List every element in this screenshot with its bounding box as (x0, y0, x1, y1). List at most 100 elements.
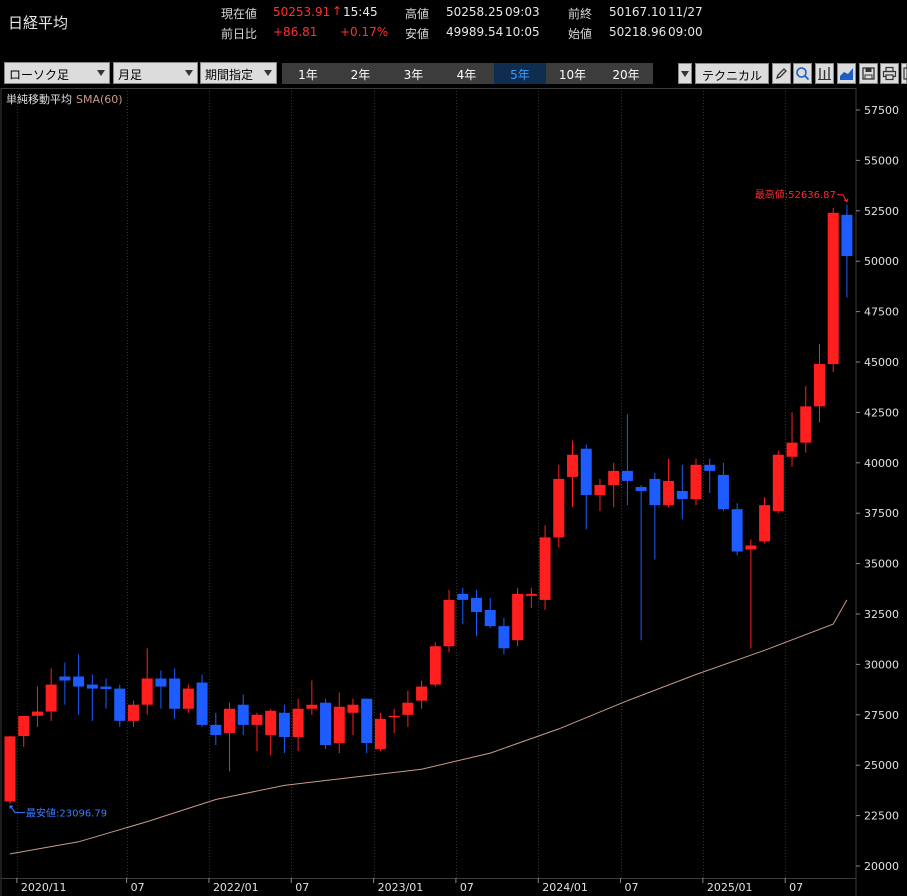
candle-body (512, 593, 524, 641)
change-value: +86.81 (273, 25, 318, 39)
max-label: 最高値:52636.87 (755, 188, 836, 201)
candle-body (402, 702, 414, 715)
candle-body (416, 686, 428, 701)
technical-button[interactable]: テクニカル (695, 63, 769, 84)
min-label: 最安値:23096.79 (26, 807, 107, 820)
period-1y-button[interactable]: 1年 (282, 63, 334, 84)
candle-body (73, 676, 85, 687)
candle-body (676, 491, 688, 500)
candle-body (813, 364, 825, 407)
candle-body (635, 486, 647, 492)
bar-chart-button[interactable] (815, 63, 834, 84)
period-10y-button[interactable]: 10年 (546, 63, 599, 84)
period-20y-button[interactable]: 20年 (599, 63, 653, 84)
chart-type-value: ローソク足 (9, 68, 70, 82)
y-tick-label: 55000 (864, 154, 899, 167)
y-tick-label: 20000 (864, 860, 899, 873)
y-tick-label: 25000 (864, 759, 899, 772)
x-tick-label: 07 (295, 881, 309, 894)
high-time: 09:03 (505, 5, 540, 19)
period-2y-button[interactable]: 2年 (334, 63, 387, 84)
prev-close-date: 11/27 (668, 5, 703, 19)
candle-body (457, 593, 469, 600)
chart-type-select[interactable]: ローソク足 (4, 62, 110, 84)
y-tick-label: 22500 (864, 810, 899, 823)
prev-close-value: 50167.10 (609, 5, 667, 19)
candle-body (333, 706, 345, 744)
candle-body (731, 509, 743, 552)
x-tick-label: 2020/11 (21, 881, 67, 894)
candle-body (265, 710, 277, 735)
low-value: 49989.54 (446, 25, 504, 39)
zoom-button[interactable] (793, 63, 812, 84)
x-tick-label: 07 (131, 881, 145, 894)
x-tick-label: 07 (625, 881, 639, 894)
candle-body (841, 214, 853, 257)
index-title: 日経平均 (8, 14, 69, 32)
save-button[interactable] (859, 63, 878, 84)
period-4y-button[interactable]: 4年 (440, 63, 493, 84)
area-chart-icon (840, 68, 853, 80)
up-arrow-icon: ↑ (332, 4, 343, 18)
candle-body (525, 593, 537, 596)
technical-dropdown[interactable] (678, 63, 692, 84)
candle-body (169, 678, 181, 709)
y-tick-label: 32500 (864, 608, 899, 621)
candle-body (443, 599, 455, 647)
y-tick-label: 50000 (864, 255, 899, 268)
x-tick-label: 07 (460, 881, 474, 894)
candle-body (155, 678, 167, 687)
candle-body (306, 704, 318, 709)
candle-body (580, 448, 592, 496)
candle-body (114, 688, 126, 721)
candle-body (388, 715, 400, 718)
candle-body (31, 711, 43, 716)
print-button[interactable] (880, 63, 899, 84)
candle-body (86, 684, 98, 689)
current-value: 50253.91 (273, 5, 331, 19)
period-selector: 1年 2年 3年 4年 5年 10年 20年 (282, 63, 653, 84)
candle-body (251, 714, 263, 725)
period-3y-button[interactable]: 3年 (387, 63, 440, 84)
candle-body (210, 724, 222, 735)
change-percent: +0.17% (340, 25, 389, 39)
candle-body (484, 609, 496, 627)
y-tick-label: 42500 (864, 406, 899, 419)
pencil-button[interactable] (772, 63, 791, 84)
zoom-icon (796, 67, 810, 81)
save-icon (862, 67, 875, 80)
candle-body (621, 470, 633, 481)
sma-label: SMA(60) (76, 93, 123, 106)
range-mode-select[interactable]: 期間指定 (200, 62, 277, 84)
y-tick-label: 57500 (864, 104, 899, 117)
y-tick-label: 30000 (864, 658, 899, 671)
y-tick-label: 37500 (864, 507, 899, 520)
candle-body (759, 505, 771, 542)
candle-body (141, 678, 153, 705)
candle-body (594, 484, 606, 496)
change-label: 前日比 (221, 27, 258, 41)
chevron-down-icon (264, 70, 272, 76)
open-label: 始値 (568, 27, 593, 41)
candlestick-chart[interactable]: 20000 22500 25000 27500 30000 32500 35000 37500… (0, 88, 907, 896)
period-5y-button[interactable]: 5年 (494, 63, 546, 84)
export-button[interactable] (901, 63, 907, 84)
candle-body (827, 212, 839, 365)
candle-body (18, 716, 30, 736)
candle-body (59, 676, 71, 681)
area-chart-button[interactable] (837, 63, 856, 84)
pencil-icon (775, 68, 787, 80)
export-icon (903, 67, 907, 80)
candle-body (470, 597, 482, 612)
x-tick-label: 07 (789, 881, 803, 894)
x-tick-label: 2022/01 (213, 881, 259, 894)
y-tick-label: 27500 (864, 709, 899, 722)
interval-select[interactable]: 月足 (113, 62, 198, 84)
candle-body (539, 537, 551, 600)
indicator-label: 単純移動平均 (6, 92, 72, 106)
y-tick-label: 35000 (864, 558, 899, 571)
high-value: 50258.25 (446, 5, 504, 19)
candle-body (567, 454, 579, 477)
candle-body (292, 708, 304, 737)
bar-chart-icon (818, 67, 831, 80)
